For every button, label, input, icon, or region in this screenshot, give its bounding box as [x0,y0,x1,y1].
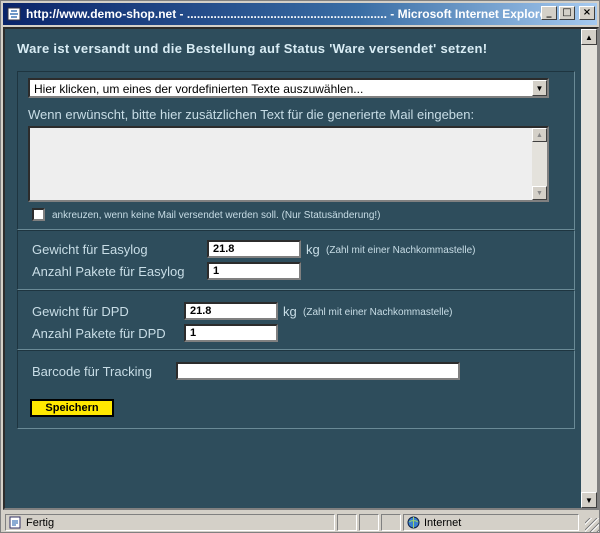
scroll-up-icon[interactable]: ▲ [581,29,597,45]
scroll-up-icon[interactable]: ▲ [532,128,547,142]
textarea-scrollbar[interactable]: ▲ ▼ [532,128,547,200]
easylog-packages-label: Anzahl Pakete für Easylog [32,264,185,279]
page-icon [8,516,22,530]
zone-cell: Internet [403,514,579,531]
easylog-weight-label: Gewicht für Easylog [32,242,148,257]
no-mail-label: ankreuzen, wenn keine Mail versendet wer… [52,210,381,221]
status-cell-empty [381,514,401,531]
easylog-unit: kg [306,242,320,257]
globe-icon [406,516,420,530]
scroll-down-icon[interactable]: ▼ [581,492,597,508]
status-cell-empty [359,514,379,531]
zone-text: Internet [424,516,462,529]
template-select[interactable]: Hier klicken, um eines der vordefinierte… [28,78,549,98]
resize-grip[interactable] [585,518,599,532]
close-icon[interactable]: × [579,6,595,20]
dpd-packages-input[interactable]: 1 [184,324,278,342]
title-bar: http://www.demo-shop.net - .............… [3,3,597,25]
save-button[interactable]: Speichern [30,399,114,417]
dpd-unit: kg [283,304,297,319]
extra-text-label: Wenn erwünscht, bitte hier zusätzlichen … [28,107,475,122]
easylog-panel: Gewicht für Easylog 21.8 kg (Zahl mit ei… [17,230,575,290]
dpd-weight-label: Gewicht für DPD [32,304,129,319]
status-bar: Fertig Internet [3,512,599,532]
page-viewport: Ware ist versandt und die Bestellung auf… [3,27,599,510]
mail-panel: Hier klicken, um eines der vordefinierte… [17,71,575,230]
page-heading: Ware ist versandt und die Bestellung auf… [17,41,488,56]
status-cell-empty [337,514,357,531]
no-mail-checkbox[interactable] [32,208,45,221]
dropdown-arrow-icon[interactable]: ▼ [532,80,547,96]
dpd-unit-hint: (Zahl mit einer Nachkommastelle) [303,307,453,318]
minimize-icon[interactable]: _ [541,6,557,20]
tracking-input[interactable] [176,362,460,380]
ie-icon [6,6,22,22]
easylog-packages-input[interactable]: 1 [207,262,301,280]
template-select-value: Hier klicken, um eines der vordefinierte… [34,82,364,96]
status-cell: Fertig [5,514,335,531]
page-scrollbar[interactable]: ▲ ▼ [581,29,597,508]
status-text: Fertig [26,516,55,529]
dpd-panel: Gewicht für DPD 21.8 kg (Zahl mit einer … [17,290,575,350]
extra-text-field[interactable]: ▲ ▼ [28,126,549,202]
easylog-unit-hint: (Zahl mit einer Nachkommastelle) [326,245,476,256]
tracking-label: Barcode für Tracking [32,364,152,379]
tracking-panel: Barcode für Tracking Speichern [17,350,575,429]
dpd-packages-label: Anzahl Pakete für DPD [32,326,166,341]
scroll-down-icon[interactable]: ▼ [532,186,547,200]
dpd-weight-input[interactable]: 21.8 [184,302,278,320]
easylog-weight-input[interactable]: 21.8 [207,240,301,258]
browser-window: http://www.demo-shop.net - .............… [0,0,600,533]
maximize-icon[interactable]: □ [559,6,575,20]
window-title: http://www.demo-shop.net - .............… [26,7,551,21]
